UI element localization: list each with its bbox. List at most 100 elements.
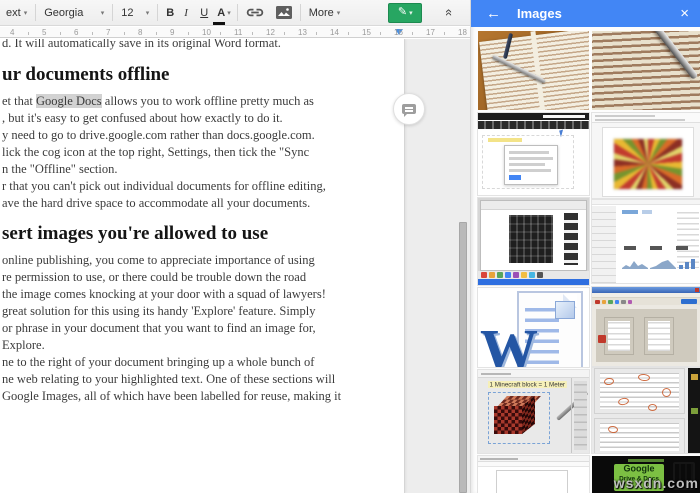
document-scrollbar[interactable] [459, 222, 467, 493]
editing-mode-button[interactable]: ✎ ▾ [388, 3, 422, 23]
ruler-tick [220, 32, 221, 35]
mini-bar-chart [678, 256, 696, 269]
ruler-number: 6 [74, 28, 78, 37]
thumbnail-art [478, 279, 589, 285]
image-result-annotated-document[interactable] [592, 368, 700, 453]
font-size-dropdown[interactable]: 12 ▾ [115, 3, 155, 23]
thumbnail-art [648, 404, 657, 411]
document-line: lick the cog icon at the top right, Sett… [2, 144, 400, 161]
ruler-tick [124, 32, 125, 35]
ruler-number: 18 [458, 28, 467, 37]
thumbnail-art [478, 370, 589, 378]
image-result-manuscript-closeup[interactable] [592, 31, 700, 110]
ruler-number: 12 [266, 28, 275, 37]
document-text-span: et that [2, 94, 36, 108]
thumbnail-art [478, 113, 589, 120]
thumbnail-art [642, 210, 652, 214]
thumbnail-art [594, 418, 685, 453]
document-line: or phrase in your document that you want… [2, 320, 400, 337]
chevron-down-icon: ▾ [101, 9, 105, 17]
document-line: Explore. [2, 337, 400, 354]
toolbar-separator [157, 4, 158, 21]
document-canvas: d. It will automatically save in its ori… [0, 39, 470, 493]
document-text: d. It will automatically save in its ori… [2, 39, 400, 405]
italic-button[interactable]: I [178, 3, 194, 23]
document-line: ne web relating to your highlighted text… [2, 371, 400, 388]
close-icon[interactable]: × [680, 5, 689, 22]
ruler-tick [188, 32, 189, 35]
ruler-tick [92, 32, 93, 35]
thumbnail-art [622, 210, 638, 214]
image-result-office-app[interactable] [592, 287, 700, 366]
insert-image-button[interactable] [270, 3, 298, 23]
document-line: et that Google Docs allows you to work o… [2, 93, 400, 110]
thumbnail-art [592, 206, 616, 283]
more-label: More [309, 7, 334, 19]
word-logo: W [480, 321, 538, 367]
bold-button[interactable]: B [160, 3, 178, 23]
images-panel-title: Images [517, 6, 562, 21]
document-line: ne to the right of your document bringin… [2, 354, 400, 371]
image-result-analytics-dashboard[interactable] [592, 200, 700, 283]
document-line: , but it's easy to get confused about ho… [2, 110, 400, 127]
comment-bubble[interactable] [393, 93, 425, 125]
ruler-number: 17 [426, 28, 435, 37]
thumbnail-art [478, 271, 589, 279]
chevron-down-icon: ▾ [24, 9, 28, 17]
document-line: y need to go to drive.google.com rather … [2, 127, 400, 144]
ruler-number: 15 [362, 28, 371, 37]
document-heading: sert images you're allowed to use [2, 223, 400, 245]
image-result-browser-dialog[interactable] [478, 113, 589, 195]
comment-icon [402, 104, 416, 114]
thumbnail-art [628, 459, 664, 462]
thumbnail-art [592, 113, 700, 123]
text-color-button[interactable]: A [211, 3, 227, 23]
insert-link-button[interactable] [240, 3, 270, 23]
back-arrow-icon[interactable]: ← [486, 5, 501, 22]
document-line: d. It will automatically save in its ori… [2, 39, 400, 52]
ruler-tick [348, 32, 349, 35]
document-line: Google Images, all of which have been la… [2, 388, 400, 405]
thumbnail-art [480, 200, 587, 271]
image-result-docs-market-photo[interactable] [592, 113, 700, 198]
ruler-tick [316, 32, 317, 35]
thumbnail-art [571, 378, 589, 453]
image-icon [276, 6, 292, 19]
thumbnail-art [681, 299, 697, 304]
docs-editor: ext ▾ Georgia ▾ 12 ▾ B I U A ▾ [0, 0, 470, 493]
ruler-number: 9 [170, 28, 174, 37]
image-result-desktop-screenshot[interactable] [478, 198, 589, 285]
image-result-manuscript-desk[interactable] [478, 31, 589, 110]
thumbnail-art [478, 121, 589, 129]
ruler: 456789101112131415161718 [0, 27, 470, 38]
font-dropdown[interactable]: Georgia ▾ [38, 3, 110, 23]
font-dropdown-label: Georgia [44, 7, 83, 19]
chevron-down-icon: ▾ [337, 9, 341, 17]
more-dropdown[interactable]: More ▾ [303, 3, 347, 23]
ruler-number: 4 [10, 28, 14, 37]
font-size-label: 12 [121, 7, 133, 19]
ruler-tick [380, 32, 381, 35]
link-icon [246, 8, 264, 17]
text-color-swatch [213, 22, 225, 25]
ruler-number: 5 [42, 28, 46, 37]
document-page[interactable]: d. It will automatically save in its ori… [0, 39, 405, 493]
image-result-word-icon[interactable]: W [478, 288, 589, 367]
document-heading: ur documents offline [2, 64, 400, 86]
toolbar-separator [112, 4, 113, 21]
chevron-down-icon: ▾ [409, 9, 413, 17]
ruler-number: 14 [330, 28, 339, 37]
ruler-tick [252, 32, 253, 35]
ruler-number: 11 [234, 28, 242, 37]
watermark-text: wsxdn.com [614, 475, 699, 491]
document-text-span: allows you to work offline pretty much a… [102, 94, 314, 108]
collapse-toolbar-icon[interactable]: « [442, 9, 457, 16]
underline-button[interactable]: U [194, 3, 211, 23]
image-result-minecraft-cube[interactable]: 1 Minecraft block = 1 Meter [478, 370, 589, 453]
ruler-tick [28, 32, 29, 35]
thumbnail-art [494, 406, 522, 434]
ruler-tick [412, 32, 413, 35]
image-result-blank-editor[interactable] [478, 456, 589, 493]
thumbnail-art [488, 138, 522, 142]
style-dropdown[interactable]: ext ▾ [0, 3, 33, 23]
